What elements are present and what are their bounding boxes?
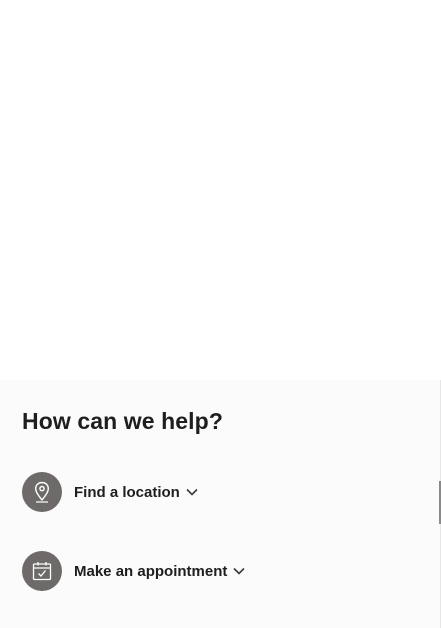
make-appointment-button[interactable]: Make an appointment <box>22 551 245 591</box>
find-location-label: Find a location <box>74 483 180 501</box>
find-location-button[interactable]: Find a location <box>22 472 198 512</box>
make-appointment-label: Make an appointment <box>74 562 228 580</box>
blank-content-area <box>0 0 441 380</box>
calendar-check-icon <box>22 551 62 591</box>
page: How can we help? Find a location Make an… <box>0 0 441 628</box>
chevron-down-icon <box>233 567 245 575</box>
chevron-down-icon <box>186 488 198 496</box>
location-pin-icon <box>22 472 62 512</box>
help-heading: How can we help? <box>22 408 223 434</box>
